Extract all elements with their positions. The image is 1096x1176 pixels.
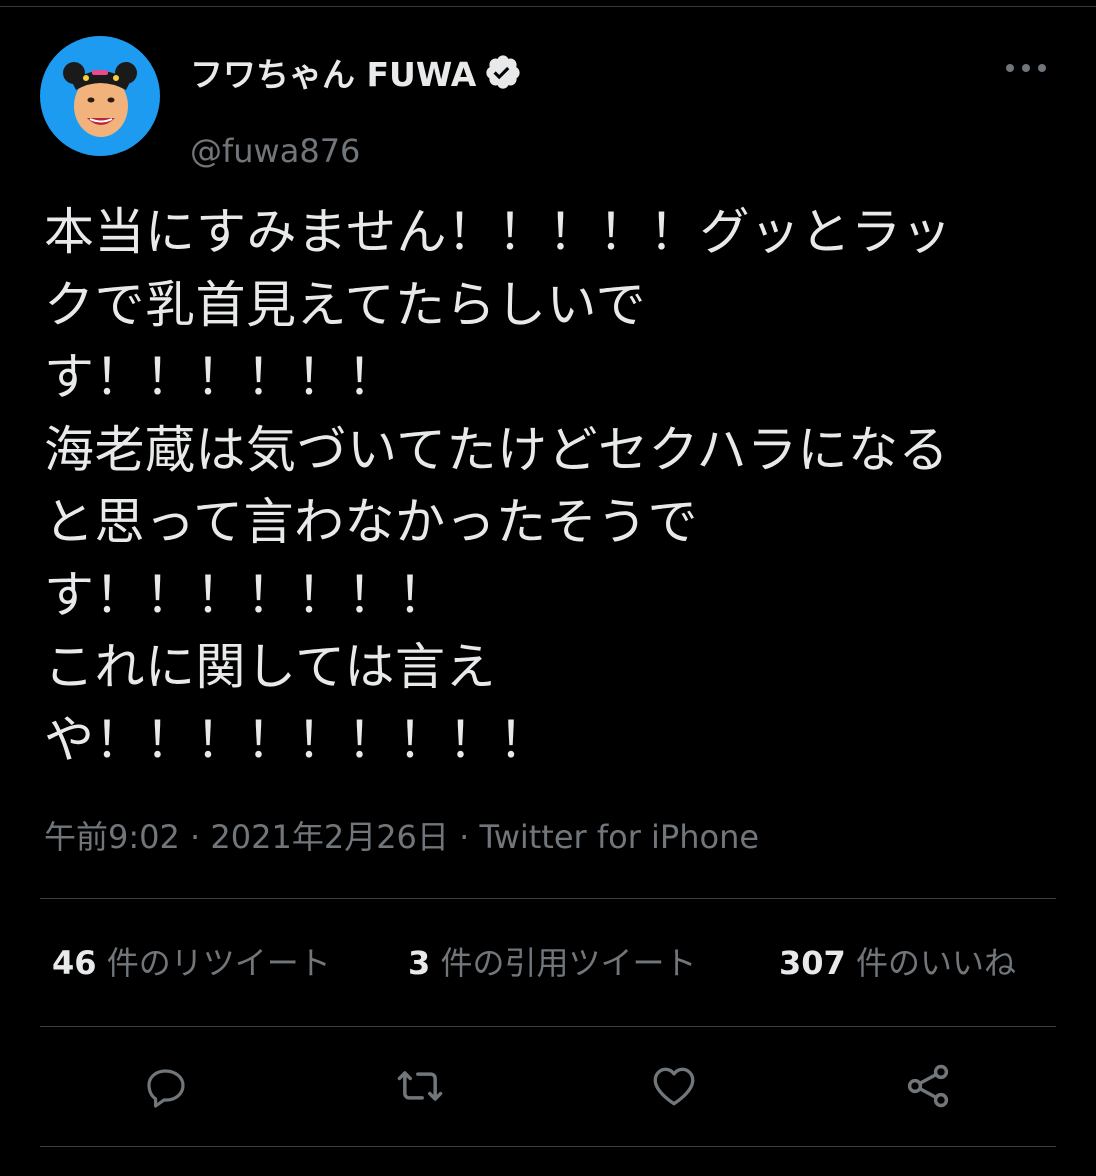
tweet-line: これに関しては言え [44,638,496,696]
handle[interactable]: @fuwa876 [190,132,360,170]
divider [40,1026,1056,1027]
meta-separator: · [179,818,211,856]
tweet-line: 本当にすみません！！！！！グッとラッ [44,203,952,261]
like-button[interactable] [644,1056,704,1116]
tweet-date[interactable]: 2021年2月26日 [210,818,449,856]
tweet-time[interactable]: 午前9:02 [44,818,180,856]
reply-icon [147,1069,185,1108]
tweet-line: す！！！！！！！ [44,565,448,624]
quotes-label: 件の引用ツイート [430,944,697,982]
heart-icon [653,1067,695,1106]
retweets-count: 46 [52,944,97,982]
meta-separator: · [448,818,480,856]
share-button[interactable] [898,1056,958,1116]
display-name[interactable]: フワちゃん FUWA [190,48,476,96]
verified-badge-icon [484,53,522,91]
retweet-button[interactable] [390,1056,450,1116]
likes-count: 307 [779,944,846,982]
name-row: フワちゃん FUWA [190,50,522,94]
tweet-source[interactable]: Twitter for iPhone [479,818,759,856]
tweet-line: クで乳首見えてたらしいで [44,275,646,334]
tweet-line: す！！！！！！ [44,348,398,406]
share-icon [907,1064,949,1108]
retweet-icon [397,1071,443,1101]
tweet-text: 本当にすみません！！！！！グッとラッ クで乳首見えてたらしいで す！！！！！！ … [44,196,1044,776]
top-divider [0,6,1096,7]
quotes-stat[interactable]: 3 件の引用ツイート [408,938,696,984]
retweets-stat[interactable]: 46 件のリツイート [52,938,331,984]
likes-label: 件のいいね [845,944,1016,982]
tweet-actions [40,1056,1056,1116]
more-options-icon[interactable] [1006,58,1046,78]
reply-button[interactable] [136,1056,196,1116]
tweet-line: 海老蔵は気づいてたけどセクハラになる [44,420,949,479]
quotes-count: 3 [408,944,431,982]
tweet-line: と思って言わなかったそうで [44,493,698,551]
tweet-stats: 46 件のリツイート 3 件の引用ツイート 307 件のいいね [52,938,1052,988]
divider [40,1146,1056,1147]
divider [40,898,1056,899]
tweet-meta: 午前9:02 · 2021年2月26日 · Twitter for iPhone [44,812,759,858]
tweet-line: や！！！！！！！！！ [44,710,549,769]
retweets-label: 件のリツイート [96,944,331,982]
likes-stat[interactable]: 307 件のいいね [779,938,1016,984]
tweet-header: フワちゃん FUWA @fuwa876 [40,36,1056,170]
avatar[interactable] [40,36,160,156]
